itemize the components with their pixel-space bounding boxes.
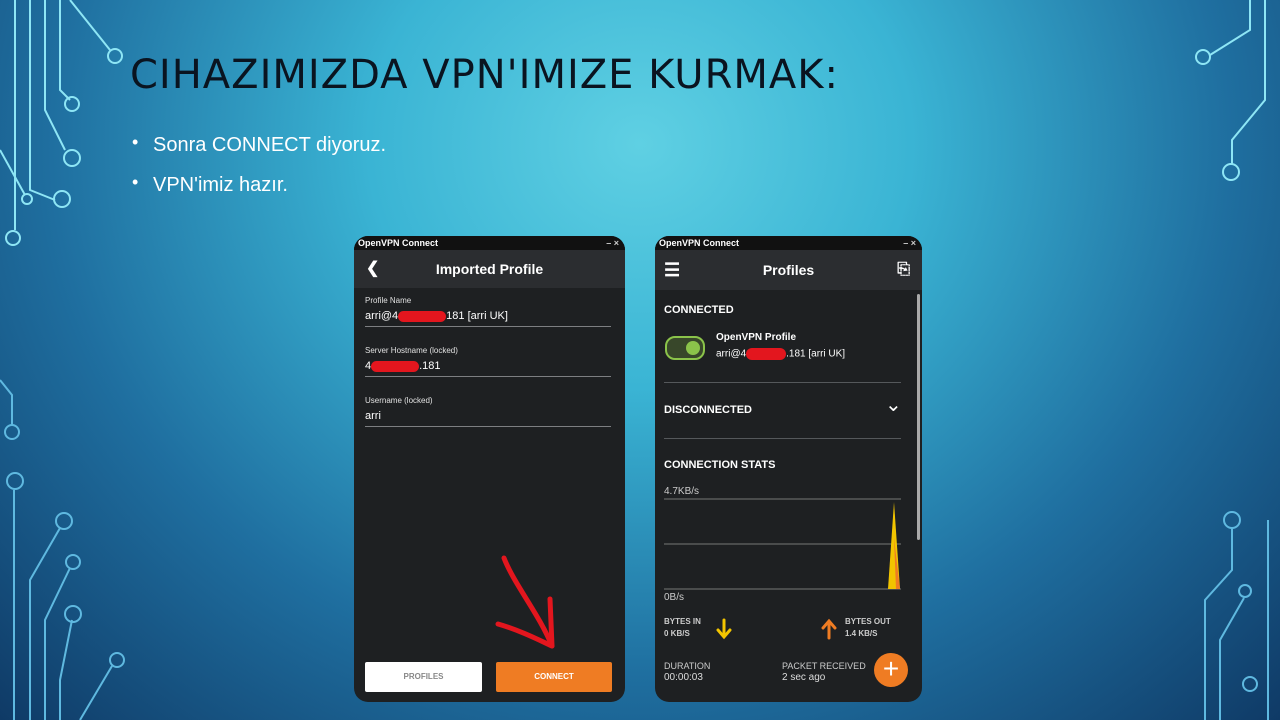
bullet-dot-icon: • <box>132 132 139 152</box>
scrollbar[interactable] <box>917 294 920 540</box>
profile-name-field[interactable]: Profile Name arri@4 181 [arri UK] <box>365 296 611 327</box>
profiles-button[interactable]: PROFILES <box>365 662 482 692</box>
profiles-screen: OpenVPN Connect – × ☰ Profiles ⎘ CONNECT… <box>655 236 922 702</box>
value-suffix: 181 [arri UK] <box>446 310 508 322</box>
connect-button[interactable]: CONNECT <box>496 662 612 692</box>
header-title: Profiles <box>762 262 815 278</box>
header-title: Imported Profile <box>435 261 544 277</box>
app-titlebar: OpenVPN Connect – × <box>655 236 922 250</box>
packet-received-stat: PACKET RECEIVED 2 sec ago <box>782 660 866 684</box>
bullet-item: • VPN'imiz hazır. <box>130 172 386 197</box>
chart-min-label: 0B/s <box>664 592 685 603</box>
divider <box>664 382 901 383</box>
arrow-up-icon <box>821 618 837 640</box>
bullet-text: Sonra CONNECT diyoruz. <box>153 134 387 156</box>
redaction-mark <box>398 310 447 322</box>
bullet-dot-icon: • <box>132 172 139 192</box>
import-profile-icon[interactable]: ⎘ <box>897 250 910 290</box>
profile-detail: arri@4 .181 [arri UK] <box>716 348 845 360</box>
window-controls[interactable]: – × <box>903 236 916 250</box>
stat-value: 0 KB/S <box>664 629 690 638</box>
value-suffix: .181 <box>419 360 441 372</box>
redaction-mark <box>746 348 787 360</box>
connection-toggle[interactable] <box>665 336 705 360</box>
stat-label: BYTES OUT <box>845 617 891 626</box>
redaction-mark <box>371 360 420 372</box>
red-arrow-annotation <box>495 555 555 649</box>
circuit-decoration <box>0 0 1269 720</box>
window-controls[interactable]: – × <box>606 236 619 250</box>
profile-name[interactable]: OpenVPN Profile <box>716 332 796 343</box>
bytes-out-stat: BYTES OUT 1.4 KB/S <box>845 616 891 640</box>
back-arrow-icon[interactable]: ❮ <box>366 250 379 288</box>
connection-stats-heading: CONNECTION STATS <box>664 459 776 471</box>
value-prefix: arri@4 <box>365 310 399 322</box>
field-label: Server Hostname (locked) <box>365 346 458 355</box>
stat-label: DURATION <box>664 661 711 671</box>
chevron-down-icon[interactable]: ⌄ <box>885 392 902 417</box>
app-title: OpenVPN Connect <box>358 238 439 248</box>
divider <box>664 438 901 439</box>
field-value: arri <box>365 410 381 422</box>
stat-label: PACKET RECEIVED <box>782 661 866 671</box>
screen-header: ❮ Imported Profile <box>354 250 625 288</box>
field-label: Username (locked) <box>365 396 433 405</box>
bullet-list: • Sonra CONNECT diyoruz. • VPN'imiz hazır. <box>130 132 387 214</box>
value-prefix: arri@4 <box>716 348 747 360</box>
duration-stat: DURATION 00:00:03 <box>664 660 710 684</box>
imported-profile-screen: OpenVPN Connect – × ❮ Imported Profile P… <box>354 236 625 702</box>
field-label: Profile Name <box>365 296 412 305</box>
stat-value: 2 sec ago <box>782 672 826 683</box>
connected-heading: CONNECTED <box>664 304 734 316</box>
add-profile-button[interactable]: + <box>874 653 908 687</box>
value-suffix: .181 [arri UK] <box>786 348 846 360</box>
stat-value: 1.4 KB/S <box>845 629 878 638</box>
app-title: OpenVPN Connect <box>659 238 740 248</box>
toggle-knob <box>686 341 700 355</box>
screen-header: ☰ Profiles ⎘ <box>655 250 922 290</box>
app-titlebar: OpenVPN Connect – × <box>354 236 625 250</box>
field-value: 4.181 <box>365 360 611 376</box>
bytes-in-stat: BYTES IN 0 KB/S <box>664 616 701 640</box>
username-field: Username (locked) arri <box>365 396 611 427</box>
server-hostname-field: Server Hostname (locked) 4.181 <box>365 346 611 377</box>
traffic-chart <box>664 498 901 590</box>
menu-icon[interactable]: ☰ <box>664 250 680 290</box>
stat-label: BYTES IN <box>664 617 701 626</box>
field-value[interactable]: arri@4 181 [arri UK] <box>365 310 611 326</box>
slide-title: CIHAZIMIZDA VPN'IMIZE KURMAK: <box>130 52 839 98</box>
arrow-down-icon <box>716 618 732 640</box>
stat-value: 00:00:03 <box>664 672 703 683</box>
bullet-item: • Sonra CONNECT diyoruz. <box>130 132 387 157</box>
chart-max-label: 4.7KB/s <box>664 486 700 497</box>
disconnected-heading[interactable]: DISCONNECTED <box>664 404 752 416</box>
bullet-text: VPN'imiz hazır. <box>153 174 288 196</box>
